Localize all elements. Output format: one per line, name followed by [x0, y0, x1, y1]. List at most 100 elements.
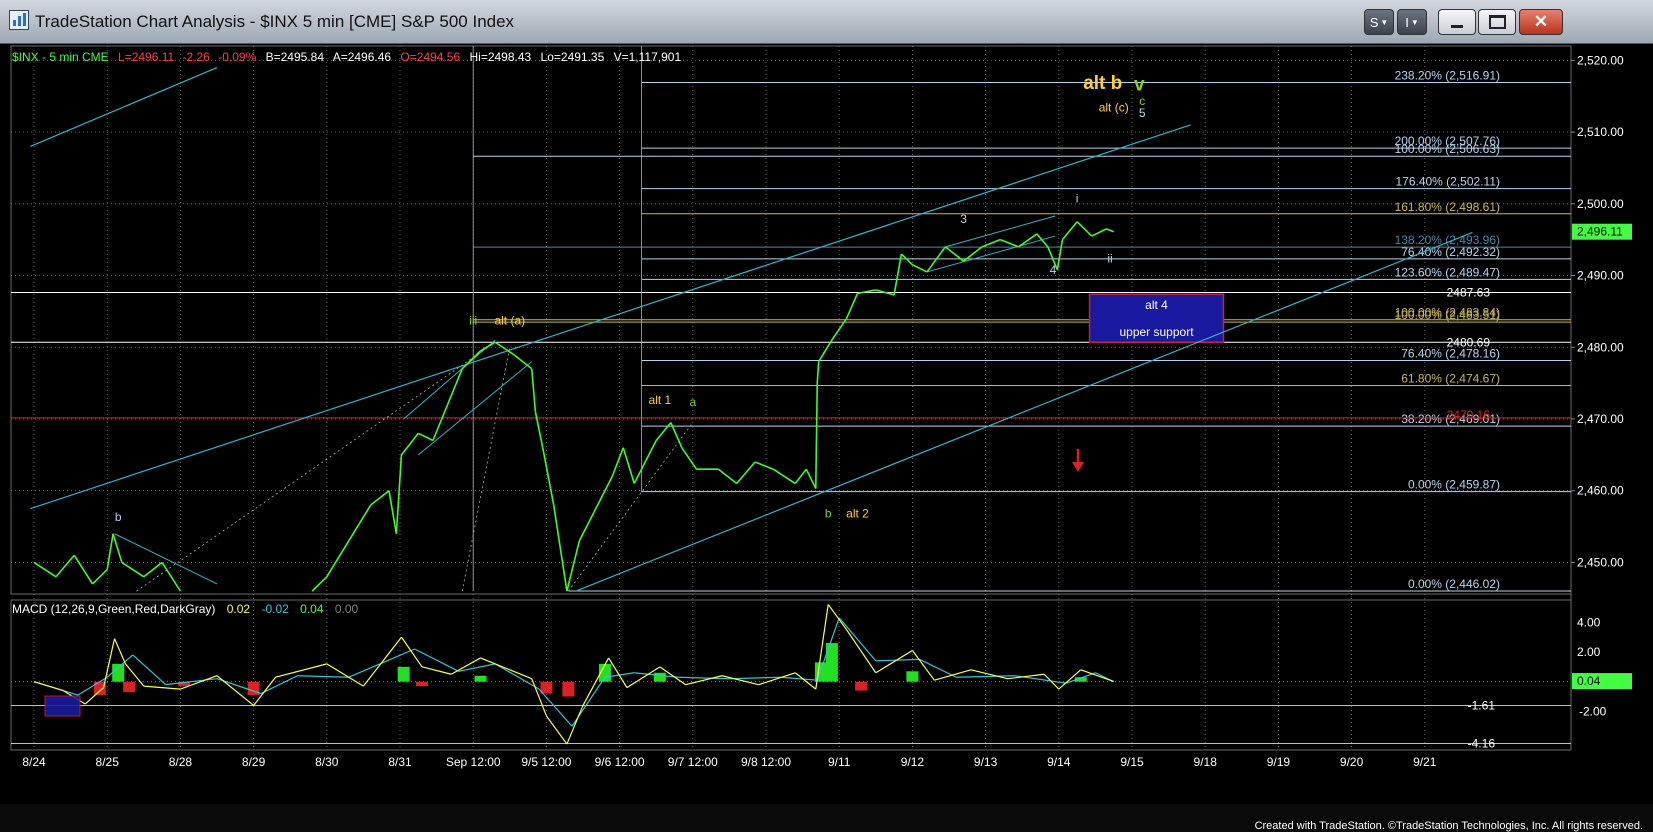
time-tick-label: 9/21 [1413, 755, 1437, 769]
fib-label: 100.00% (2,483.51) [1395, 308, 1500, 322]
last-price-label: 2,496.11 [1577, 225, 1623, 239]
macd-histogram-bar [397, 666, 410, 682]
price-level-label: 2480.69 [1447, 335, 1491, 349]
macd-tick-label: 2.00 [1577, 645, 1601, 659]
open-price: O=2494.56 [400, 50, 460, 64]
macd-zero-value: 0.00 [335, 602, 359, 616]
macd-highlight-box [44, 695, 81, 717]
price-tick-label: 2,470.00 [1577, 412, 1624, 426]
support-box-subtitle: upper support [1119, 325, 1194, 339]
minimize-button[interactable] [1438, 9, 1476, 35]
time-tick-label: 9/14 [1047, 755, 1071, 769]
fib-label: 238.20% (2,516.91) [1395, 69, 1500, 83]
time-tick-label: 9/8 12:00 [741, 755, 791, 769]
time-tick-label: 9/7 12:00 [668, 755, 718, 769]
wave-label: v [1134, 74, 1145, 95]
time-tick-label: 9/6 12:00 [595, 755, 645, 769]
low-price: Lo=2491.35 [541, 50, 605, 64]
time-tick-label: 8/24 [22, 755, 46, 769]
fib-label: 161.80% (2,498.61) [1395, 200, 1500, 214]
fib-label: 0.00% (2,446.02) [1408, 577, 1500, 591]
time-tick-label: 9/18 [1194, 755, 1218, 769]
pct-change: -0.09% [218, 50, 256, 64]
time-tick-label: 8/25 [96, 755, 120, 769]
wave-label: 3 [960, 212, 967, 226]
bid-price: B=2495.84 [266, 50, 325, 64]
macd-histogram-bar [123, 681, 136, 693]
macd-legend: MACD (12,26,9,Green,Red,DarkGray) 0.02 -… [12, 602, 359, 616]
macd-level-label: -2.00 [1579, 704, 1607, 718]
wave-label: 5 [1139, 106, 1146, 120]
price-tick-label: 2,480.00 [1577, 340, 1624, 354]
macd-value: 0.02 [227, 602, 251, 616]
fib-label: 76.40% (2,492.32) [1401, 245, 1500, 259]
time-tick-label: 8/31 [388, 755, 412, 769]
fib-label: 61.80% (2,474.67) [1401, 371, 1500, 385]
macd-histogram-bar [906, 671, 919, 682]
macd-histogram-bar [653, 672, 666, 682]
fib-label: 123.60% (2,489.47) [1395, 265, 1500, 279]
maximize-button[interactable] [1478, 9, 1516, 35]
wave-label: b [115, 510, 122, 524]
indicator-link-label: I [1405, 14, 1409, 30]
net-change: -2.26 [183, 50, 211, 64]
time-tick-label: Sep 12:00 [446, 755, 501, 769]
window-title: TradeStation Chart Analysis - $INX 5 min… [35, 12, 515, 31]
high-price: Hi=2498.43 [469, 50, 531, 64]
price-tick-label: 2,460.00 [1577, 484, 1624, 498]
indicator-link-button[interactable]: I ▼ [1397, 9, 1427, 35]
macd-histogram-bar [474, 675, 487, 682]
macd-histogram-bar [562, 681, 575, 697]
macd-diff-value: 0.04 [300, 602, 324, 616]
window-titlebar: TradeStation Chart Analysis - $INX 5 min… [0, 0, 1653, 44]
symbol-link-label: S [1369, 14, 1379, 30]
minimize-icon [1451, 24, 1463, 28]
price-level-label: 2487.63 [1447, 286, 1491, 300]
macd-avg-value: -0.02 [261, 602, 289, 616]
macd-histogram-bar [855, 681, 868, 691]
time-tick-label: 8/29 [242, 755, 266, 769]
time-tick-label: 9/20 [1340, 755, 1364, 769]
price-tick-label: 2,520.00 [1577, 53, 1624, 67]
maximize-icon [1488, 15, 1506, 29]
last-price: L=2496.11 [118, 50, 174, 64]
macd-histogram-bar [112, 663, 125, 682]
wave-label: alt (c) [1099, 100, 1129, 114]
symbol-label: $INX - 5 min CME [12, 50, 109, 64]
macd-tick-label: 4.00 [1577, 615, 1601, 629]
wave-label: a [689, 395, 696, 409]
fib-label: 100.00% (2,506.63) [1395, 142, 1500, 156]
wave-label: i [1076, 191, 1079, 205]
symbol-link-button[interactable]: S ▼ [1364, 9, 1394, 35]
time-tick-label: 8/28 [169, 755, 193, 769]
time-tick-label: 9/15 [1120, 755, 1144, 769]
price-tick-label: 2,510.00 [1577, 125, 1624, 139]
macd-title: MACD (12,26,9,Green,Red,DarkGray) [12, 602, 215, 616]
ask-price: A=2496.46 [333, 50, 392, 64]
time-tick-label: 9/11 [828, 755, 851, 769]
fib-label: 0.00% (2,459.87) [1408, 478, 1500, 492]
macd-histogram-bar [415, 681, 428, 687]
close-button[interactable]: ✕ [1519, 9, 1563, 35]
time-tick-label: 8/30 [315, 755, 339, 769]
tradestation-app-icon [9, 10, 29, 30]
macd-level-label: -4.16 [1468, 736, 1496, 750]
macd-level-label: -1.61 [1468, 699, 1496, 713]
wave-label: iii [469, 313, 477, 327]
support-box-title: alt 4 [1145, 298, 1168, 312]
price-level-label: 2470.16 [1447, 408, 1491, 422]
time-tick-label: 9/12 [901, 755, 925, 769]
time-tick-label: 9/5 12:00 [521, 755, 571, 769]
time-tick-label: 9/13 [974, 755, 998, 769]
price-tick-label: 2,500.00 [1577, 197, 1624, 211]
dropdown-arrow-icon: ▼ [1410, 17, 1419, 27]
wave-label: alt (a) [494, 313, 525, 327]
fib-label: 176.40% (2,502.11) [1395, 175, 1500, 189]
volume: V=1,117,901 [614, 50, 682, 64]
price-tick-label: 2,450.00 [1577, 555, 1624, 569]
price-chart: 238.20% (2,516.91)200.00% (2,507.76)100.… [0, 44, 1653, 804]
wave-label: alt 1 [649, 393, 672, 407]
wave-label: alt 2 [846, 506, 869, 520]
wave-label: ii [1107, 252, 1112, 266]
macd-current-label: 0.04 [1577, 674, 1601, 688]
